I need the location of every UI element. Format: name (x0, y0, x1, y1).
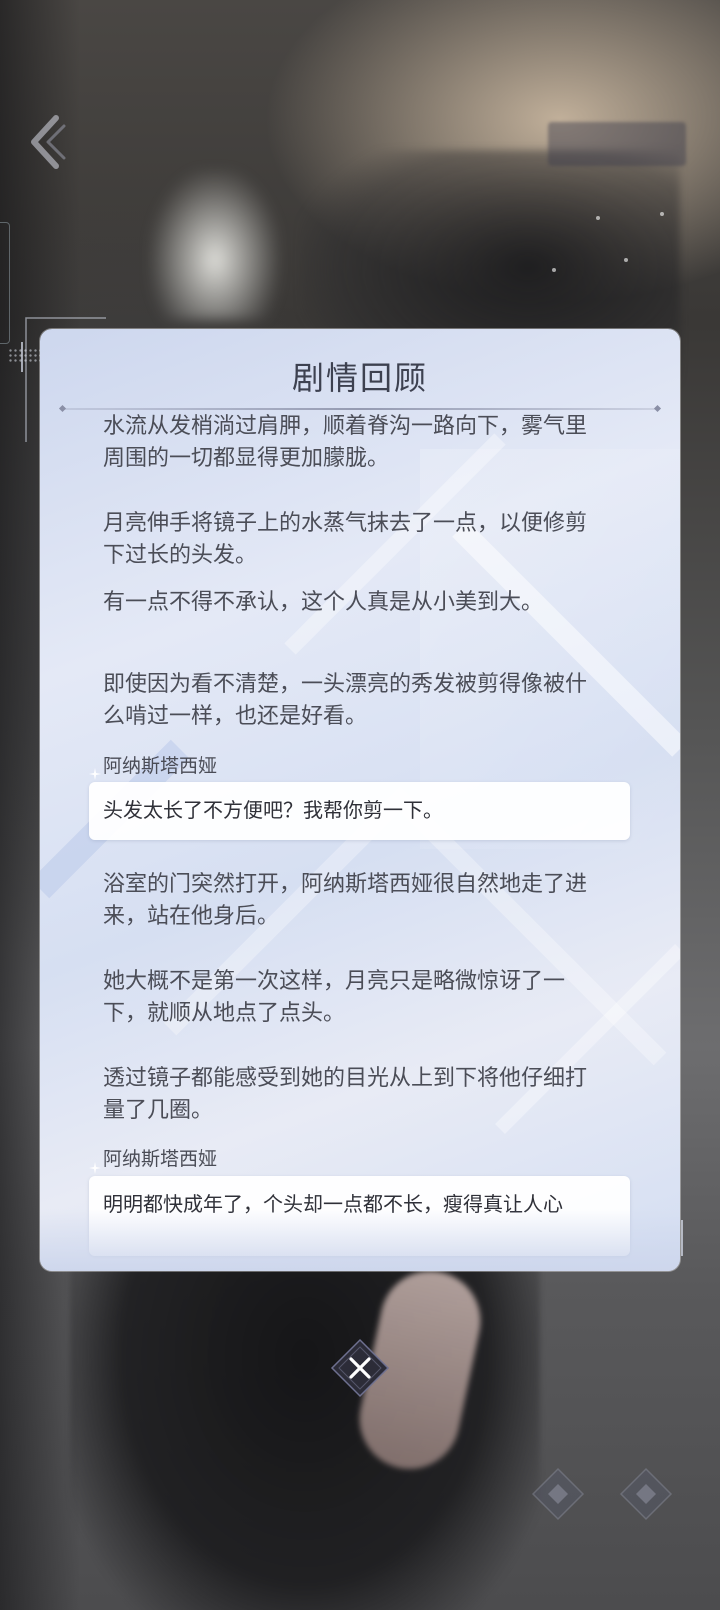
snowflake (660, 212, 664, 216)
dialogue-bubble: 头发太长了不方便吧？我帮你剪一下。 (89, 782, 630, 840)
speaker-name: 阿纳斯塔西娅 (103, 755, 218, 777)
story-paragraph: 有一点不得不承认，这个人真是从小美到大。 (103, 590, 544, 615)
dialogue-bubble: 明明都快成年了，个头却一点都不长，瘦得真让人心 (89, 1176, 630, 1256)
close-button[interactable] (330, 1338, 390, 1398)
side-tab (0, 222, 10, 344)
story-review-panel: 剧情回顾 水流从发梢淌过肩胛，顺着脊沟一路向下，雾气里周围的一切都显得更加朦胧。… (40, 329, 680, 1271)
background-coat (70, 1230, 540, 1610)
dialogue-text: 明明都快成年了，个头却一点都不长，瘦得真让人心 (103, 1192, 563, 1216)
decorative-dots-left (8, 348, 42, 362)
story-paragraph: 她大概不是第一次这样，月亮只是略微惊讶了一下，就顺从地点了点头。 (103, 969, 566, 1026)
dialogue-text: 头发太长了不方便吧？我帮你剪一下。 (103, 798, 443, 822)
sparkle-icon (89, 768, 101, 780)
diamond-menu-icon[interactable] (618, 1466, 674, 1522)
diamond-menu-icon[interactable] (530, 1466, 586, 1522)
story-paragraph: 浴室的门突然打开，阿纳斯塔西娅很自然地走了进来，站在他身后。 (103, 872, 588, 929)
close-icon (330, 1338, 390, 1398)
snowflake (596, 216, 600, 220)
story-scroll-area[interactable]: 水流从发梢淌过肩胛，顺着脊沟一路向下，雾气里周围的一切都显得更加朦胧。 月亮伸手… (40, 413, 680, 1271)
background-flower (150, 170, 280, 320)
snowflake (624, 258, 628, 262)
speaker-name: 阿纳斯塔西娅 (103, 1148, 218, 1170)
title-divider (62, 408, 658, 410)
story-paragraph: 月亮伸手将镜子上的水蒸气抹去了一点，以便修剪下过长的头发。 (103, 511, 588, 568)
sparkle-icon (89, 1162, 101, 1174)
panel-title: 剧情回顾 (291, 359, 428, 397)
story-paragraph: 水流从发梢淌过肩胛，顺着脊沟一路向下，雾气里周围的一切都显得更加朦胧。 (103, 414, 588, 471)
snowflake (552, 268, 556, 272)
story-paragraph: 透过镜子都能感受到她的目光从上到下将他仔细打量了几圈。 (103, 1066, 588, 1123)
story-paragraph: 即使因为看不清楚，一头漂亮的秀发被剪得像被什么啃过一样，也还是好看。 (103, 672, 588, 729)
back-button[interactable] (24, 112, 68, 172)
blurred-top-button[interactable] (548, 122, 686, 166)
chevron-left-icon (31, 115, 66, 169)
